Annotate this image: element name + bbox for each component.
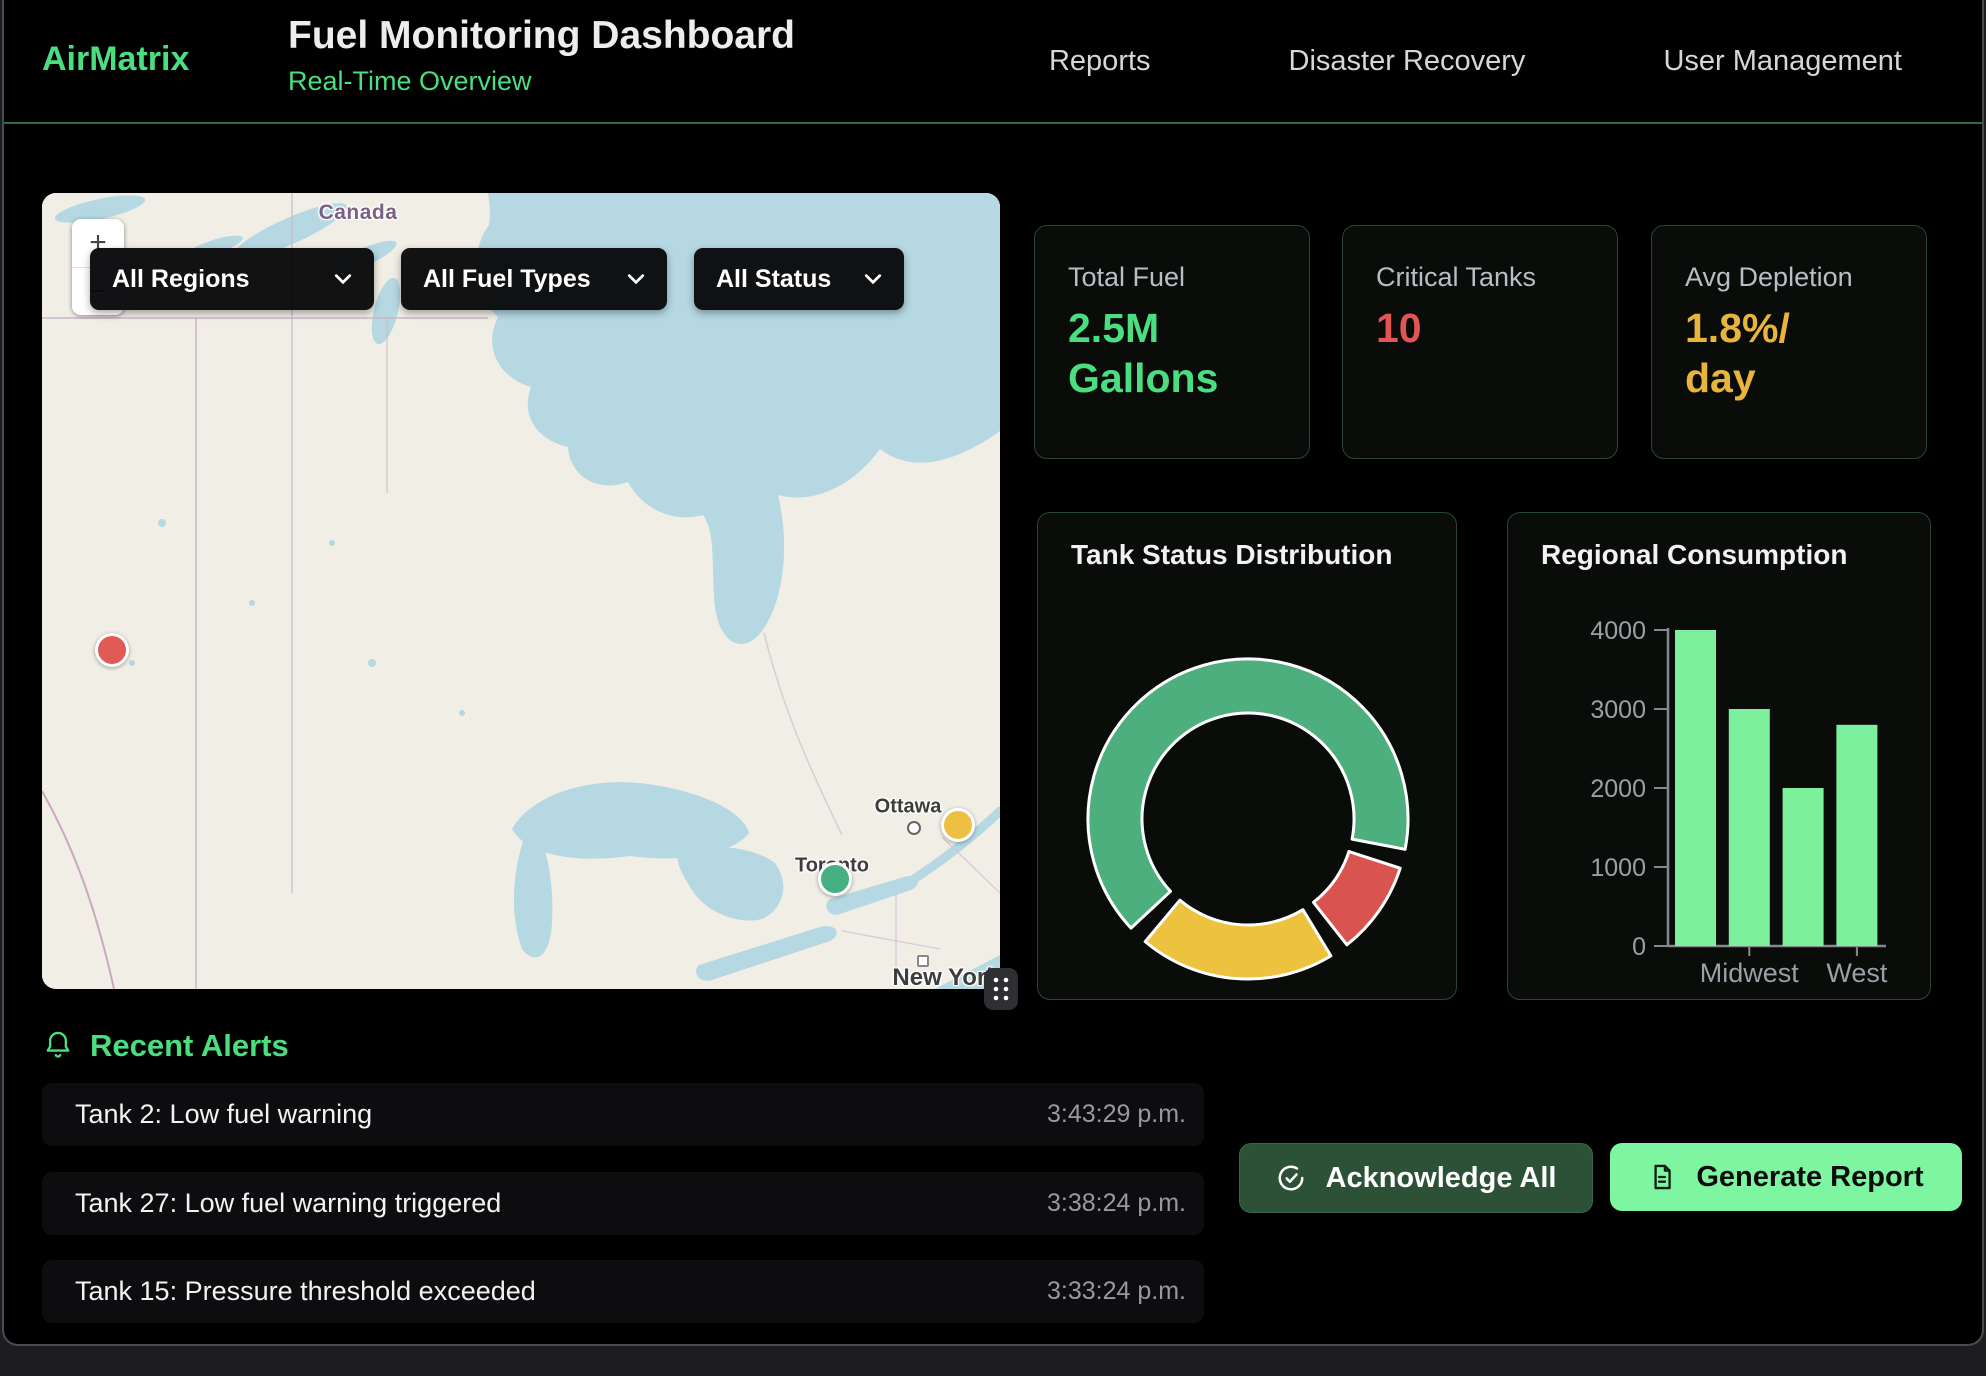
red-segment (1314, 852, 1401, 945)
alert-row[interactable]: Tank 15: Pressure threshold exceeded 3:3… (42, 1260, 1204, 1323)
alert-time: 3:33:24 p.m. (1047, 1277, 1186, 1306)
alert-time: 3:38:24 p.m. (1047, 1189, 1186, 1218)
fuel-type-filter-value: All Fuel Types (423, 265, 591, 294)
svg-text:1000: 1000 (1590, 854, 1646, 882)
stat-value: 2.5MGallons (1068, 303, 1309, 403)
stat-label: Critical Tanks (1376, 262, 1617, 293)
stat-card-total-fuel: Total Fuel 2.5MGallons (1034, 225, 1310, 459)
svg-text:West: West (1826, 958, 1888, 988)
status-filter-value: All Status (716, 265, 831, 294)
alert-row[interactable]: Tank 2: Low fuel warning 3:43:29 p.m. (42, 1083, 1204, 1146)
header: AirMatrix Fuel Monitoring Dashboard Real… (4, 0, 1982, 124)
yellow-segment (1145, 900, 1331, 979)
app-window: AirMatrix Fuel Monitoring Dashboard Real… (2, 0, 1984, 1346)
svg-text:0: 0 (1632, 933, 1646, 961)
resize-handle[interactable] (984, 968, 1018, 1010)
drag-dots-icon (984, 968, 1018, 1010)
document-icon (1648, 1163, 1676, 1191)
nav-user-management[interactable]: User Management (1663, 45, 1902, 78)
stat-value: 1.8%/day (1685, 303, 1926, 403)
generate-report-button[interactable]: Generate Report (1610, 1143, 1962, 1211)
acknowledge-all-label: Acknowledge All (1326, 1162, 1557, 1195)
bell-icon (42, 1029, 74, 1063)
alerts-header: Recent Alerts (42, 1028, 289, 1064)
regional-consumption-chart-title: Regional Consumption (1541, 539, 1847, 571)
page-title: Fuel Monitoring Dashboard (288, 14, 795, 58)
nav-reports[interactable]: Reports (1049, 45, 1151, 78)
fuel-type-filter-dropdown[interactable]: All Fuel Types (401, 248, 667, 310)
tank-status-chart-title: Tank Status Distribution (1071, 539, 1393, 571)
acknowledge-all-button[interactable]: Acknowledge All (1239, 1143, 1593, 1213)
alert-message: Tank 27: Low fuel warning triggered (75, 1188, 501, 1219)
tank-marker-normal[interactable] (818, 862, 852, 896)
chevron-down-icon (627, 273, 645, 285)
alerts-title: Recent Alerts (90, 1028, 289, 1064)
stat-card-avg-depletion: Avg Depletion 1.8%/day (1651, 225, 1927, 459)
app-logo[interactable]: AirMatrix (42, 40, 189, 79)
alert-message: Tank 15: Pressure threshold exceeded (75, 1276, 536, 1307)
regional-consumption-bar-chart: 0 1000 2000 3000 4000 Midwest West (1508, 513, 1929, 998)
main-nav: Reports Disaster Recovery User Managemen… (1049, 0, 1902, 122)
tank-marker-critical[interactable] (95, 633, 129, 667)
stat-label: Total Fuel (1068, 262, 1309, 293)
check-circle-icon (1276, 1163, 1306, 1193)
title-block: Fuel Monitoring Dashboard Real-Time Over… (288, 14, 795, 97)
ottawa-city-marker (907, 821, 921, 835)
svg-text:Midwest: Midwest (1700, 958, 1800, 988)
alert-row[interactable]: Tank 27: Low fuel warning triggered 3:38… (42, 1172, 1204, 1235)
status-filter-dropdown[interactable]: All Status (694, 248, 904, 310)
map-filter-bar: All Regions All Fuel Types All Status (90, 248, 904, 310)
generate-report-label: Generate Report (1696, 1161, 1923, 1194)
tank-status-donut-chart (1038, 513, 1458, 1001)
stat-value: 10 (1376, 303, 1617, 353)
tank-marker-warning[interactable] (941, 808, 975, 842)
map-label-ottawa: Ottawa (875, 796, 942, 819)
page-subtitle: Real-Time Overview (288, 66, 795, 97)
region-filter-dropdown[interactable]: All Regions (90, 248, 374, 310)
map-label-canada: Canada (319, 201, 398, 225)
chevron-down-icon (864, 273, 882, 285)
svg-text:4000: 4000 (1590, 617, 1646, 645)
nav-disaster-recovery[interactable]: Disaster Recovery (1289, 45, 1526, 78)
region-filter-value: All Regions (112, 265, 250, 294)
tank-status-card: Tank Status Distribution (1037, 512, 1457, 1000)
alert-time: 3:43:29 p.m. (1047, 1100, 1186, 1129)
svg-text:3000: 3000 (1590, 696, 1646, 724)
stat-card-critical-tanks: Critical Tanks 10 (1342, 225, 1618, 459)
regional-consumption-card: Regional Consumption 0 1000 2000 3000 4000 Mi… (1507, 512, 1931, 1000)
svg-text:2000: 2000 (1590, 775, 1646, 803)
chevron-down-icon (334, 273, 352, 285)
stat-label: Avg Depletion (1685, 262, 1926, 293)
map-panel[interactable]: Canada Ottawa Toronto New York + − All R… (42, 193, 1000, 989)
alert-message: Tank 2: Low fuel warning (75, 1099, 372, 1130)
